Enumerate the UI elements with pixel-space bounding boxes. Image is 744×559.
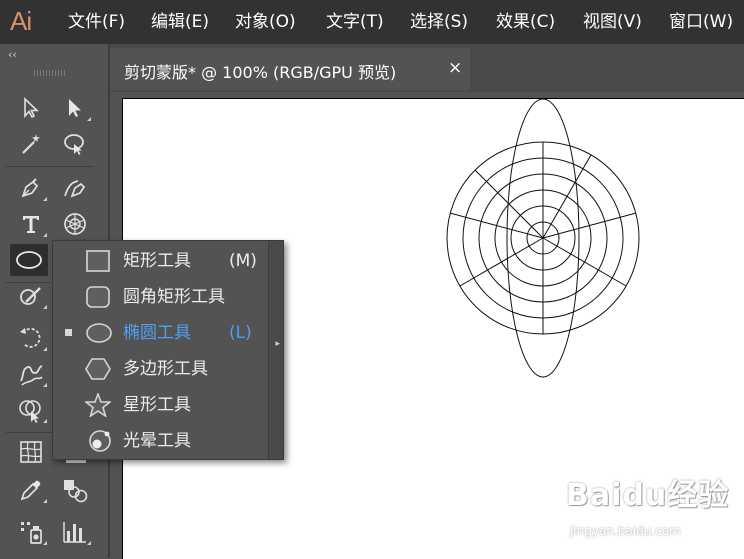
shape-builder-tool[interactable] xyxy=(12,394,50,426)
curvature-tool[interactable] xyxy=(56,172,94,204)
tool-separator xyxy=(6,166,94,167)
document-tab-label: 剪切蒙版* @ 100% (RGB/GPU 预览) xyxy=(124,63,397,82)
flyout-item-label: 多边形工具 xyxy=(123,359,208,379)
warp-tool[interactable] xyxy=(12,358,50,390)
polar-grid-tool-icon xyxy=(64,213,86,235)
selection-tool[interactable] xyxy=(12,92,50,124)
column-graph-tool[interactable] xyxy=(56,516,94,548)
pen-tool-icon xyxy=(21,178,39,198)
rotate-tool[interactable] xyxy=(12,322,50,354)
selected-indicator xyxy=(65,329,72,336)
ellipse-tool[interactable] xyxy=(10,244,48,276)
flyout-item-shortcut: (M) xyxy=(229,251,257,271)
rotate-tool-icon xyxy=(20,328,41,348)
flyout-check xyxy=(65,293,72,300)
blend-tool[interactable] xyxy=(56,474,94,506)
eyedropper-tool[interactable] xyxy=(12,474,50,506)
selection-tool-icon xyxy=(24,97,39,119)
flyout-item-rectangle-tool[interactable]: 矩形工具 (M) xyxy=(53,243,267,279)
baidu-watermark: Baidu经验 jingyan.baidu.com xyxy=(566,470,742,550)
radial-divider[interactable] xyxy=(542,237,627,287)
panel-grip[interactable] xyxy=(34,70,66,76)
radial-divider[interactable] xyxy=(542,154,592,239)
flyout-item-rounded-rectangle-tool[interactable]: 圆角矩形工具 xyxy=(53,279,267,315)
ellipse-icon xyxy=(86,323,112,343)
magic-wand-tool[interactable] xyxy=(12,128,50,160)
close-tab-button[interactable]: × xyxy=(448,58,462,78)
flyout-check xyxy=(65,257,72,264)
column-graph-tool-icon xyxy=(63,522,86,543)
flyout-item-polygon-tool[interactable]: 多边形工具 xyxy=(53,351,267,387)
polygon-icon xyxy=(85,358,111,380)
mesh-tool[interactable] xyxy=(12,436,50,468)
menu-edit[interactable]: 编辑(E) xyxy=(151,10,209,34)
document-tab[interactable]: 剪切蒙版* @ 100% (RGB/GPU 预览) × xyxy=(110,48,470,90)
warp-tool-icon xyxy=(20,365,43,386)
flare-icon xyxy=(89,430,111,452)
rectangle-icon xyxy=(86,250,110,272)
magic-wand-tool-icon xyxy=(22,134,40,154)
shaper-tool[interactable] xyxy=(12,280,50,312)
flyout-item-label: 星形工具 xyxy=(123,395,191,415)
menu-effect[interactable]: 效果(C) xyxy=(496,10,555,34)
menu-view[interactable]: 视图(V) xyxy=(583,10,642,34)
flyout-item-flare-tool[interactable]: 光晕工具 xyxy=(53,423,267,459)
polar-grid-tool[interactable] xyxy=(56,208,94,240)
shape-tools-flyout: 矩形工具 (M) 圆角矩形工具 椭圆工具 (L) 多边形工具 星形工具 光晕工具… xyxy=(52,240,284,460)
flyout-item-label: 光晕工具 xyxy=(123,431,191,451)
direct-selection-tool[interactable] xyxy=(56,92,94,124)
flyout-check xyxy=(65,401,72,408)
flyout-check xyxy=(65,365,72,372)
menu-object[interactable]: 对象(O) xyxy=(235,10,296,34)
star-icon xyxy=(85,393,111,417)
flyout-item-star-tool[interactable]: 星形工具 xyxy=(53,387,267,423)
symbol-sprayer-tool-icon xyxy=(21,522,42,544)
collapse-panel-button[interactable]: ‹‹ xyxy=(8,48,17,61)
menu-window[interactable]: 窗口(W) xyxy=(669,10,733,34)
type-tool[interactable] xyxy=(12,208,50,240)
flyout-item-label: 矩形工具 xyxy=(123,251,191,271)
app-logo: Ai xyxy=(10,6,32,36)
watermark-url: jingyan.baidu.com xyxy=(570,524,681,538)
flyout-item-label: 椭圆工具 xyxy=(123,323,191,343)
tearoff-strip[interactable]: ▸ xyxy=(268,241,283,459)
ellipse-tool-icon xyxy=(16,251,42,269)
curvature-tool-icon xyxy=(64,180,86,198)
menu-select[interactable]: 选择(S) xyxy=(410,10,468,34)
flyout-item-shortcut: (L) xyxy=(229,323,252,343)
type-tool-icon xyxy=(23,216,39,233)
flyout-item-ellipse-tool[interactable]: 椭圆工具 (L) xyxy=(53,315,267,351)
mesh-tool-icon xyxy=(20,441,42,463)
flyout-check xyxy=(65,437,72,444)
shape-builder-tool-icon xyxy=(19,400,41,423)
document-tab-bar: 剪切蒙版* @ 100% (RGB/GPU 预览) × xyxy=(110,44,744,92)
menu-type[interactable]: 文字(T) xyxy=(326,10,384,34)
pen-tool[interactable] xyxy=(12,172,50,204)
menu-file[interactable]: 文件(F) xyxy=(68,10,125,34)
watermark-brand: Baidu经验 xyxy=(566,478,730,513)
direct-selection-tool-icon xyxy=(69,99,81,117)
radial-divider[interactable] xyxy=(474,169,544,239)
lasso-tool-icon xyxy=(64,134,84,155)
rounded-rectangle-icon xyxy=(86,286,110,308)
eyedropper-tool-icon xyxy=(20,480,41,501)
symbol-sprayer-tool[interactable] xyxy=(12,516,50,548)
menu-bar: Ai 文件(F) 编辑(E) 对象(O) 文字(T) 选择(S) 效果(C) 视… xyxy=(0,0,744,44)
shaper-tool-icon xyxy=(20,287,41,305)
chevron-right-icon: ▸ xyxy=(275,339,280,349)
radial-divider[interactable] xyxy=(459,237,544,287)
lasso-tool[interactable] xyxy=(56,128,94,160)
flyout-item-label: 圆角矩形工具 xyxy=(123,287,225,307)
blend-tool-icon xyxy=(64,480,88,503)
